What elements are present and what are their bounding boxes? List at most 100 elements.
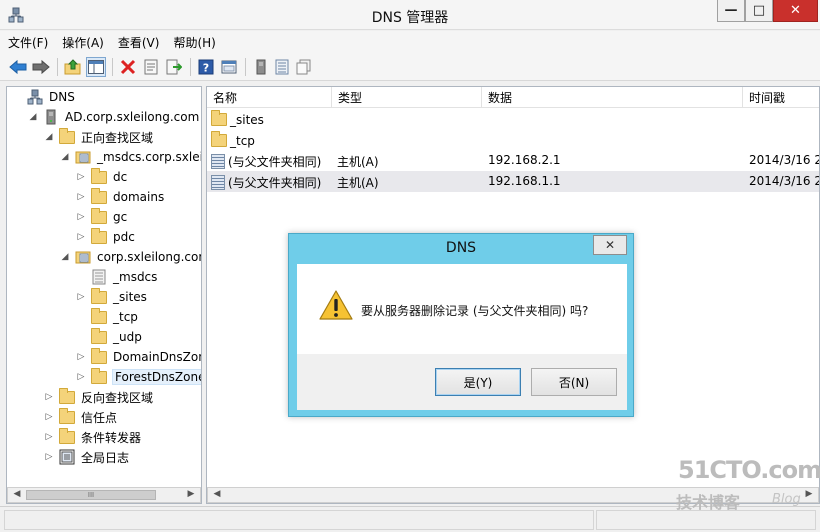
tree-item[interactable]: DNS — [11, 87, 75, 107]
back-button[interactable] — [8, 57, 28, 77]
forward-button[interactable] — [31, 57, 51, 77]
properties-button[interactable] — [141, 57, 161, 77]
show-tree-button[interactable] — [86, 57, 106, 77]
menu-file[interactable]: 文件(F) — [8, 34, 48, 51]
column-header-timestamp[interactable]: 时间戳 — [743, 87, 819, 108]
tree-item-label: AD.corp.sxleilong.com — [65, 110, 200, 124]
expander-icon[interactable]: ▷ — [75, 191, 87, 203]
tree-item[interactable]: _tcp — [75, 307, 138, 327]
expander-icon[interactable]: ▷ — [43, 451, 55, 463]
menu-help[interactable]: 帮助(H) — [173, 34, 215, 51]
tree-item[interactable]: ▷ ForestDnsZones — [75, 367, 201, 387]
list-row[interactable]: _tcp — [207, 129, 819, 150]
folder-icon — [59, 428, 75, 445]
tree-item[interactable]: ▷ gc — [75, 207, 127, 227]
dialog-title: DNS — [445, 240, 477, 256]
scroll-thumb[interactable]: III — [26, 490, 156, 500]
tree-item[interactable]: ▷ DomainDnsZone — [75, 347, 201, 367]
dns-icon — [27, 89, 43, 105]
tree-item[interactable]: ▷ 信任点 — [43, 407, 117, 427]
folder-icon — [211, 110, 227, 129]
dialog-close-button[interactable]: ✕ — [593, 235, 627, 255]
status-segment-main — [4, 510, 594, 530]
folder-icon — [91, 228, 107, 245]
console-icon — [221, 60, 237, 74]
cell-type: 主机(A) — [337, 176, 379, 190]
tree-item-label: 全局日志 — [81, 450, 130, 465]
expander-icon[interactable]: ◢ — [43, 131, 55, 143]
tree-item[interactable]: ▷ pdc — [75, 227, 135, 247]
up-level-button[interactable] — [63, 57, 83, 77]
help-button[interactable]: ? — [196, 57, 216, 77]
tree-item[interactable]: ◢ corp.sxleilong.com — [59, 247, 201, 267]
export-button[interactable] — [164, 57, 184, 77]
tree-item[interactable]: ▷ 全局日志 — [43, 447, 129, 467]
server-icon — [43, 109, 59, 125]
tree-item[interactable]: ◢ 正向查找区域 — [43, 127, 153, 147]
log-icon — [59, 449, 75, 465]
expander-icon[interactable]: ▷ — [75, 291, 87, 303]
column-header-type[interactable]: 类型 — [332, 87, 482, 108]
menu-action[interactable]: 操作(A) — [62, 34, 104, 51]
zone-icon — [75, 149, 91, 165]
minimize-button[interactable]: — — [717, 0, 745, 22]
tree-item-label: domains — [113, 190, 165, 204]
list-row[interactable]: (与父文件夹相同) 主机(A) 192.168.2.1 2014/3/16 2 — [207, 150, 819, 171]
column-header-name[interactable]: 名称 — [207, 87, 332, 108]
list-row[interactable]: _sites — [207, 108, 819, 129]
tree-item[interactable]: ▷ dc — [75, 167, 127, 187]
no-button[interactable]: 否(N) — [531, 368, 617, 396]
tree-item[interactable]: ▷ 条件转发器 — [43, 427, 141, 447]
yes-button[interactable]: 是(Y) — [435, 368, 521, 396]
cell-name: (与父文件夹相同) — [211, 153, 321, 170]
delegation-icon — [91, 269, 107, 285]
scroll-right-icon[interactable]: ▶ — [184, 489, 198, 501]
cell-data: 192.168.2.1 — [488, 153, 561, 167]
list-icon — [275, 59, 289, 75]
console-button[interactable] — [219, 57, 239, 77]
cell-type: 主机(A) — [337, 155, 379, 169]
tree-item[interactable]: ◢ _msdcs.corp.sxleilo — [59, 147, 201, 167]
tree-item-label: 条件转发器 — [81, 430, 142, 445]
delete-button[interactable] — [118, 57, 138, 77]
expander-icon[interactable]: ▷ — [43, 391, 55, 403]
scroll-left-icon[interactable]: ◀ — [210, 489, 224, 501]
tree-item[interactable]: ▷ domains — [75, 187, 164, 207]
scroll-left-icon[interactable]: ◀ — [10, 489, 24, 501]
expander-icon[interactable]: ◢ — [59, 151, 71, 163]
copy-button[interactable] — [294, 57, 314, 77]
close-button[interactable]: ✕ — [773, 0, 818, 22]
tree-item-label: 信任点 — [81, 410, 118, 425]
expander-icon[interactable]: ▷ — [75, 351, 87, 363]
folder-icon — [91, 328, 107, 345]
tree-item[interactable]: ◢ AD.corp.sxleilong.com — [27, 107, 199, 127]
tree-item-label: _sites — [113, 290, 147, 304]
menu-view[interactable]: 查看(V) — [118, 34, 160, 51]
folder-icon — [91, 208, 107, 225]
expander-icon[interactable]: ▷ — [75, 231, 87, 243]
expander-icon[interactable]: ▷ — [75, 211, 87, 223]
expander-icon[interactable]: ▷ — [43, 431, 55, 443]
list-row[interactable]: (与父文件夹相同) 主机(A) 192.168.1.1 2014/3/16 2 — [207, 171, 819, 192]
confirm-delete-dialog: DNS ✕ 要从服务器删除记录 (与父文件夹相同) 吗? 是(Y) 否(N) — [288, 233, 634, 417]
tree-item-label: gc — [113, 210, 128, 224]
expander-icon[interactable]: ◢ — [59, 251, 71, 263]
column-header-data[interactable]: 数据 — [482, 87, 743, 108]
tree-item[interactable]: _udp — [75, 327, 142, 347]
maximize-button[interactable]: □ — [745, 0, 773, 22]
horizontal-scrollbar[interactable]: ◀III ▶ — [7, 487, 201, 503]
tree-item[interactable]: ▷ 反向查找区域 — [43, 387, 153, 407]
expander-icon[interactable]: ▷ — [75, 371, 87, 383]
up-folder-icon — [64, 59, 81, 75]
record-icon — [211, 154, 225, 169]
tree-item[interactable]: _msdcs — [75, 267, 157, 287]
folder-icon — [59, 388, 75, 405]
tree-item[interactable]: ▷ _sites — [75, 287, 147, 307]
server-button[interactable] — [251, 57, 271, 77]
expander-icon[interactable]: ▷ — [75, 171, 87, 183]
expander-icon[interactable]: ◢ — [27, 111, 39, 123]
expander-icon[interactable]: ▷ — [43, 411, 55, 423]
list-button[interactable] — [272, 57, 292, 77]
